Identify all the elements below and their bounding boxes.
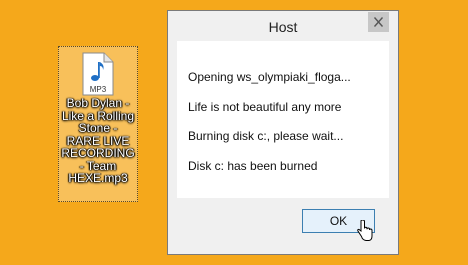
desktop-file-icon[interactable]: MP3 Bob Dylan - Like a Rolling Stone - R… bbox=[58, 46, 138, 202]
mouse-cursor-icon bbox=[357, 220, 373, 242]
message-line-3: Burning disk c:, please wait... bbox=[188, 129, 344, 143]
desktop-file-name: Bob Dylan - Like a Rolling Stone - RARE … bbox=[61, 96, 135, 185]
message-line-4: Disk c: has been burned bbox=[188, 159, 318, 173]
dialog-titlebar[interactable]: Host bbox=[168, 11, 398, 41]
message-line-1: Opening ws_olympiaki_floga... bbox=[188, 70, 351, 84]
mp3-type-label: MP3 bbox=[90, 85, 107, 94]
close-button[interactable] bbox=[368, 12, 389, 32]
message-area: Opening ws_olympiaki_floga... Life is no… bbox=[177, 41, 389, 198]
close-icon bbox=[368, 12, 389, 32]
message-line-2: Life is not beautiful any more bbox=[188, 100, 342, 114]
dialog-title: Host bbox=[268, 19, 298, 35]
host-dialog: Host Opening ws_olympiaki_floga... Life … bbox=[167, 10, 399, 255]
mp3-file-icon: MP3 bbox=[81, 52, 115, 96]
